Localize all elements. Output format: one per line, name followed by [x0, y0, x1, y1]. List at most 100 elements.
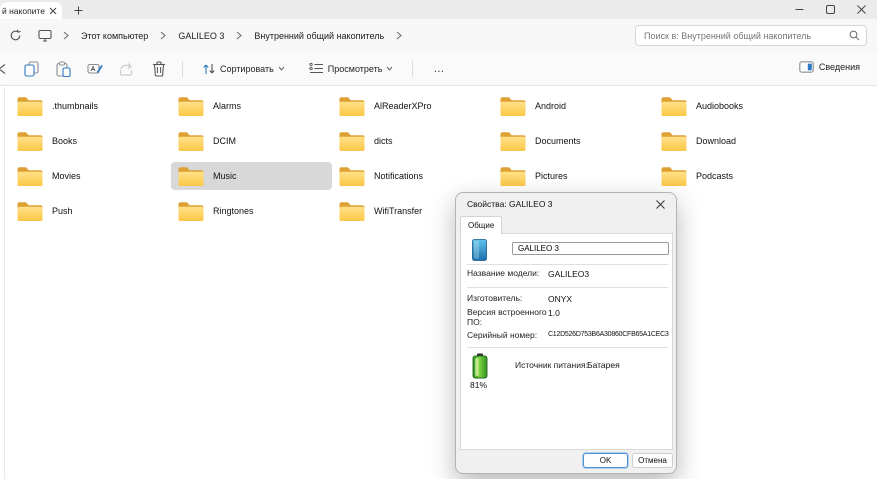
- file-item[interactable]: DCIM: [171, 127, 332, 155]
- dialog-title: Свойства: GALILEO 3: [467, 199, 553, 209]
- folder-icon: [499, 131, 527, 152]
- breadcrumb: Этот компьютер GALILEO 3 Внутренний общи…: [38, 19, 402, 52]
- power-source-label: Источник питания:: [515, 360, 588, 370]
- file-item[interactable]: Documents: [493, 127, 654, 155]
- file-item[interactable]: dicts: [332, 127, 493, 155]
- file-item[interactable]: Audiobooks: [654, 92, 815, 120]
- file-name: DCIM: [213, 136, 236, 146]
- file-item[interactable]: Movies: [10, 162, 171, 190]
- file-name: Push: [52, 206, 73, 216]
- file-name: Notifications: [374, 171, 424, 181]
- search-input[interactable]: [644, 30, 849, 41]
- folder-icon: [16, 201, 44, 222]
- copy-icon[interactable]: [22, 58, 40, 80]
- chevron-down-icon: [387, 66, 393, 71]
- chevron-right-icon: [396, 31, 402, 40]
- new-tab-icon[interactable]: [70, 3, 86, 18]
- folder-icon: [177, 131, 205, 152]
- chevron-right-icon: [160, 31, 167, 40]
- file-item[interactable]: Android: [493, 92, 654, 120]
- details-label: Сведения: [818, 62, 860, 72]
- view-button[interactable]: Просмотреть: [304, 59, 399, 78]
- minimize-icon[interactable]: [784, 0, 815, 19]
- file-item[interactable]: Podcasts: [654, 162, 815, 190]
- folder-icon: [177, 166, 205, 187]
- search-icon[interactable]: [849, 30, 860, 41]
- file-item[interactable]: Push: [10, 197, 171, 225]
- file-name: AlReaderXPro: [374, 101, 432, 111]
- file-list-area: .thumbnails Alarms AlReaderXPro Android …: [0, 87, 877, 479]
- sort-button[interactable]: Сортировать: [197, 59, 290, 79]
- file-name: .thumbnails: [52, 101, 99, 111]
- separator: [467, 287, 668, 288]
- folder-icon: [338, 131, 366, 152]
- details-pane-icon: [799, 61, 814, 73]
- folder-icon: [338, 201, 366, 222]
- refresh-icon[interactable]: [8, 28, 23, 43]
- breadcrumb-this-pc[interactable]: Этот компьютер: [80, 29, 149, 43]
- chevron-down-icon: [278, 66, 285, 71]
- file-item[interactable]: Download: [654, 127, 815, 155]
- separator: [467, 347, 668, 348]
- file-item[interactable]: .thumbnails: [10, 92, 171, 120]
- file-item[interactable]: AlReaderXPro: [332, 92, 493, 120]
- delete-icon[interactable]: [150, 58, 168, 80]
- file-name: Documents: [535, 136, 581, 146]
- battery-percent: 81%: [470, 380, 488, 390]
- command-toolbar: Сортировать Просмотреть … Сведения: [0, 52, 877, 86]
- breadcrumb-storage[interactable]: Внутренний общий накопитель: [253, 29, 385, 43]
- file-item[interactable]: Pictures: [493, 162, 654, 190]
- view-icon: [309, 62, 323, 73]
- folder-icon: [499, 96, 527, 117]
- breadcrumb-device[interactable]: GALILEO 3: [177, 29, 225, 43]
- details-pane-button[interactable]: Сведения: [794, 58, 865, 76]
- file-name: dicts: [374, 136, 393, 146]
- file-item-selected[interactable]: Music: [171, 162, 332, 190]
- close-icon[interactable]: [846, 0, 877, 19]
- ok-button[interactable]: OK: [583, 453, 628, 468]
- cut-icon[interactable]: [0, 58, 8, 80]
- field-value: 1.0: [548, 308, 560, 318]
- rename-icon[interactable]: [86, 58, 104, 80]
- file-name: Pictures: [535, 171, 568, 181]
- paste-icon[interactable]: [54, 58, 72, 80]
- more-options-button[interactable]: …: [427, 63, 451, 75]
- dialog-titlebar: Свойства: GALILEO 3: [456, 193, 676, 215]
- folder-icon: [177, 201, 205, 222]
- file-item[interactable]: Alarms: [171, 92, 332, 120]
- explorer-tab[interactable]: й накопите: [0, 2, 62, 19]
- folder-icon: [660, 96, 688, 117]
- separator: [467, 264, 668, 265]
- tab-general[interactable]: Общие: [460, 216, 503, 234]
- nav-pane-divider: [4, 87, 5, 479]
- toolbar-divider: [182, 60, 183, 77]
- file-explorer-window: й накопите Этот компьютер GALILEO 3 Внут…: [0, 0, 877, 479]
- share-icon[interactable]: [118, 58, 136, 80]
- file-grid: .thumbnails Alarms AlReaderXPro Android …: [10, 92, 815, 225]
- maximize-icon[interactable]: [815, 0, 846, 19]
- battery-icon: [472, 353, 488, 379]
- file-item[interactable]: Notifications: [332, 162, 493, 190]
- folder-icon: [16, 96, 44, 117]
- tab-close-icon[interactable]: [46, 4, 59, 17]
- device-icon: [472, 239, 487, 261]
- dialog-page: GALILEO 3 Название модели: GALILEO3 Изго…: [460, 233, 673, 450]
- folder-icon: [660, 166, 688, 187]
- file-name: Android: [535, 101, 567, 111]
- file-item[interactable]: Ringtones: [171, 197, 332, 225]
- power-source-value: Батарея: [587, 360, 620, 370]
- cancel-button[interactable]: Отмена: [632, 453, 673, 468]
- search-box: [635, 25, 867, 46]
- tab-bar: й накопите: [0, 0, 877, 19]
- device-name-input[interactable]: GALILEO 3: [512, 242, 669, 255]
- window-controls: [784, 0, 877, 19]
- file-name: Movies: [52, 171, 81, 181]
- dialog-close-icon[interactable]: [653, 197, 668, 212]
- folder-icon: [16, 166, 44, 187]
- sort-icon: [203, 63, 215, 74]
- field-value-serial: C12D526D753B6A30860CFB65A1CEC3: [548, 331, 669, 338]
- device-name-value: GALILEO 3: [518, 244, 559, 253]
- folder-icon: [177, 96, 205, 117]
- folder-icon: [338, 96, 366, 117]
- file-item[interactable]: Books: [10, 127, 171, 155]
